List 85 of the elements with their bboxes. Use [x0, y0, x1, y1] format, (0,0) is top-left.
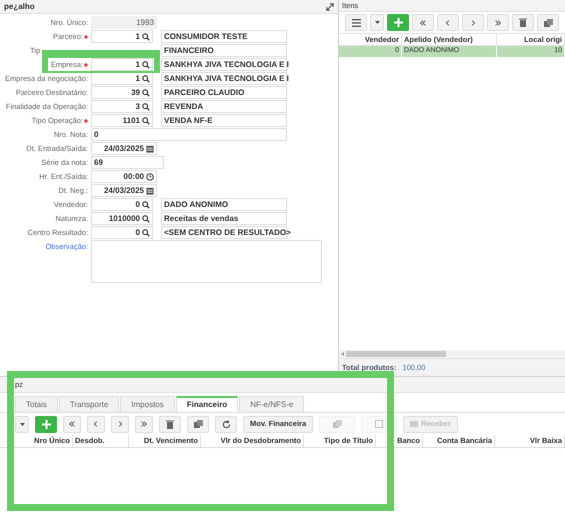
description-field[interactable]: CONSUMIDOR TESTE [161, 30, 287, 43]
caret-icon [20, 422, 24, 426]
tab[interactable]: Transporte [58, 396, 120, 412]
previous-button[interactable] [87, 416, 105, 432]
tab[interactable]: Totais [15, 396, 58, 412]
description-field[interactable]: PARCEIRO CLAUDIO [161, 86, 287, 99]
description-field[interactable]: Receitas de vendas [161, 212, 287, 225]
code-field[interactable]: 0 [91, 226, 153, 239]
date-field[interactable]: 24/03/2025 [91, 184, 157, 197]
first-page-button[interactable] [412, 14, 434, 31]
search-icon[interactable] [142, 60, 150, 68]
chevron-left-icon [92, 420, 100, 428]
tab[interactable]: Impostos [120, 396, 175, 412]
tab[interactable]: NF-e/NFS-e [239, 396, 304, 412]
search-icon[interactable] [142, 74, 150, 82]
required-mark-icon [84, 118, 88, 122]
number-field: 1993 [91, 16, 157, 29]
tab[interactable]: Financeiro [176, 396, 238, 412]
copy-icon [194, 420, 202, 428]
caret-icon [374, 21, 380, 24]
chevron-right-icon [469, 18, 477, 26]
code-field[interactable]: 3 [91, 100, 153, 113]
panel-title: pe¿alho [4, 0, 35, 12]
expand-icon[interactable] [326, 2, 334, 10]
search-icon[interactable] [142, 116, 150, 124]
delete-button[interactable] [512, 14, 534, 31]
code-field[interactable]: 1 [91, 72, 153, 85]
copy-button[interactable] [537, 14, 559, 31]
code-field[interactable]: 1010000 [91, 212, 153, 225]
code-field[interactable]: 0 [91, 198, 153, 211]
text-field[interactable]: 0 [91, 128, 287, 141]
last-page-button[interactable] [135, 416, 153, 432]
scroll-left-icon[interactable] [341, 352, 344, 356]
copy-icon [332, 420, 342, 428]
cash-icon [410, 421, 418, 427]
code-field[interactable]: 1 [91, 58, 153, 71]
scrollbar-thumb[interactable] [346, 351, 446, 357]
plus-icon [42, 420, 50, 428]
list-view-button[interactable] [345, 14, 367, 31]
required-mark-icon [84, 62, 88, 66]
search-icon[interactable] [142, 102, 150, 110]
edit-icon [375, 420, 384, 428]
delete-button[interactable] [159, 416, 181, 432]
search-icon[interactable] [142, 88, 150, 96]
description-field[interactable]: FINANCEIRO [161, 44, 287, 57]
calendar-icon[interactable] [146, 186, 154, 194]
double-chevron-left-icon [419, 18, 427, 26]
first-page-button[interactable] [63, 416, 81, 432]
calendar-icon[interactable] [146, 144, 154, 152]
description-field[interactable]: DADO ANONIMO [161, 198, 287, 211]
required-mark-icon [84, 34, 88, 38]
refresh-button[interactable] [215, 416, 237, 432]
add-button[interactable] [35, 416, 57, 432]
code-field[interactable]: 39 [91, 86, 153, 99]
code-field[interactable]: 1 [91, 30, 153, 43]
next-button[interactable] [111, 416, 129, 432]
copy-button[interactable] [187, 416, 209, 432]
dropdown-button[interactable] [370, 14, 384, 31]
refresh-icon [222, 420, 230, 428]
text-field[interactable]: 69 [91, 156, 164, 169]
dropdown-button[interactable] [15, 416, 29, 432]
list-icon [352, 18, 360, 26]
description-field[interactable]: VENDA NF-E [161, 114, 287, 127]
description-field[interactable]: REVENDA [161, 100, 287, 113]
observation-field[interactable] [91, 240, 322, 283]
search-icon[interactable] [142, 214, 150, 222]
time-field[interactable]: 00:00 [91, 170, 157, 183]
trash-icon [166, 420, 174, 428]
description-field[interactable]: SANKHYA JIVA TECNOLOGIA E I [161, 72, 287, 85]
trash-icon [519, 18, 527, 27]
search-icon[interactable] [142, 228, 150, 236]
date-field[interactable]: 24/03/2025 [91, 142, 157, 155]
double-chevron-left-icon [68, 420, 76, 428]
code-field[interactable]: 1101 [91, 114, 153, 127]
double-chevron-right-icon [494, 18, 502, 26]
search-icon[interactable] [142, 32, 150, 40]
copy-icon [544, 18, 552, 26]
search-icon[interactable] [142, 200, 150, 208]
plus-icon [394, 18, 402, 27]
chevron-right-icon [116, 420, 124, 428]
chevron-left-icon [444, 18, 452, 26]
double-chevron-right-icon [140, 420, 148, 428]
description-field[interactable]: SANKHYA JIVA TECNOLOGIA E I [161, 58, 287, 71]
clock-icon[interactable] [146, 172, 154, 180]
last-page-button[interactable] [487, 14, 509, 31]
